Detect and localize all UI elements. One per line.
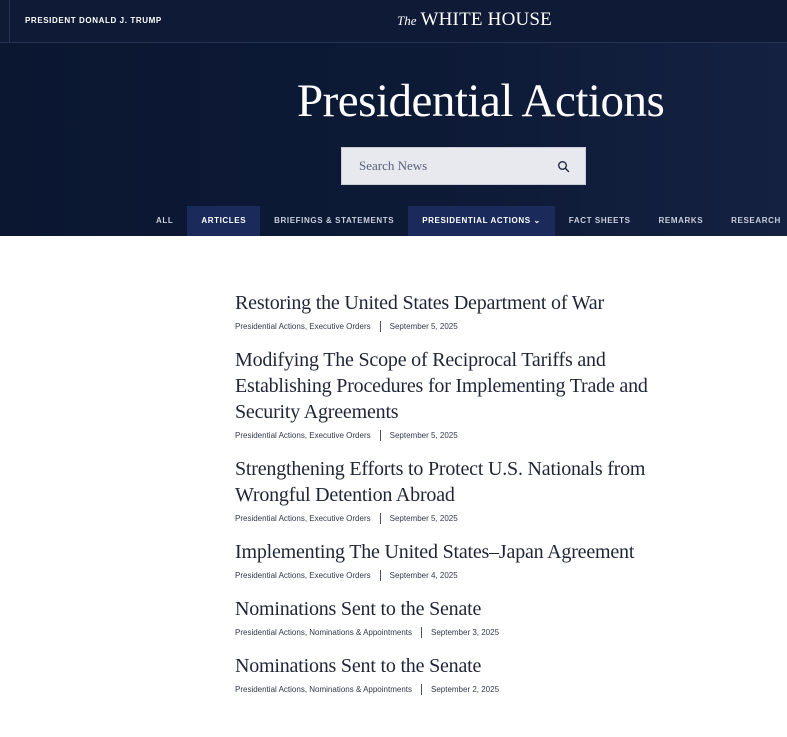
tab-all[interactable]: ALL — [142, 206, 187, 236]
top-bar: PRESIDENT DONALD J. TRUMP The WHITE HOUS… — [0, 0, 787, 43]
list-item: Nominations Sent to the Senate President… — [235, 653, 665, 695]
article-title-link[interactable]: Nominations Sent to the Senate — [235, 653, 665, 679]
article-title-link[interactable]: Nominations Sent to the Senate — [235, 596, 665, 622]
meta-divider — [379, 513, 381, 524]
tab-presidential-actions[interactable]: PRESIDENTIAL ACTIONS ⌄ — [408, 206, 555, 236]
search-input[interactable] — [342, 148, 547, 184]
meta-divider — [420, 627, 422, 638]
article-date: September 3, 2025 — [430, 628, 500, 637]
article-date: September 5, 2025 — [389, 431, 458, 440]
article-categories[interactable]: Presidential Actions, Nominations & Appo… — [235, 685, 412, 694]
logo-the: The — [397, 13, 417, 28]
list-item: Restoring the United States Department o… — [235, 290, 665, 332]
article-title-link[interactable]: Restoring the United States Department o… — [235, 290, 665, 316]
tab-briefings-statements[interactable]: BRIEFINGS & STATEMENTS — [260, 206, 408, 236]
logo-name: WHITE HOUSE — [420, 9, 552, 30]
search-box — [341, 147, 586, 185]
article-categories[interactable]: Presidential Actions, Executive Orders — [235, 322, 371, 331]
president-link[interactable]: PRESIDENT DONALD J. TRUMP — [25, 16, 162, 25]
article-date: September 5, 2025 — [389, 322, 458, 331]
article-meta: Presidential Actions, Executive Orders S… — [235, 513, 665, 524]
tab-fact-sheets[interactable]: FACT SHEETS — [555, 206, 645, 236]
topbar-divider — [9, 0, 10, 43]
news-tabs: ALL ARTICLES BRIEFINGS & STATEMENTS PRES… — [142, 206, 787, 236]
article-categories[interactable]: Presidential Actions, Executive Orders — [235, 571, 371, 580]
article-date: September 4, 2025 — [389, 571, 458, 580]
article-meta: Presidential Actions, Executive Orders S… — [235, 321, 665, 332]
article-meta: Presidential Actions, Executive Orders S… — [235, 430, 665, 441]
meta-divider — [379, 430, 381, 441]
article-meta: Presidential Actions, Nominations & Appo… — [235, 627, 665, 638]
meta-divider — [420, 684, 422, 695]
article-date: September 5, 2025 — [389, 514, 458, 523]
list-item: Nominations Sent to the Senate President… — [235, 596, 665, 638]
article-title-link[interactable]: Strengthening Efforts to Protect U.S. Na… — [235, 456, 665, 508]
page-title: Presidential Actions — [297, 75, 665, 127]
list-item: Strengthening Efforts to Protect U.S. Na… — [235, 456, 665, 524]
search-icon[interactable] — [557, 160, 570, 173]
article-title-link[interactable]: Implementing The United States–Japan Agr… — [235, 539, 665, 565]
article-date: September 2, 2025 — [430, 685, 500, 694]
article-categories[interactable]: Presidential Actions, Executive Orders — [235, 514, 371, 523]
hero-banner: Presidential Actions ALL ARTICLES BRIEFI… — [0, 43, 787, 236]
article-categories[interactable]: Presidential Actions, Executive Orders — [235, 431, 371, 440]
meta-divider — [379, 321, 381, 332]
meta-divider — [379, 570, 381, 581]
list-item: Implementing The United States–Japan Agr… — [235, 539, 665, 581]
article-list: Restoring the United States Department o… — [235, 290, 665, 710]
article-categories[interactable]: Presidential Actions, Nominations & Appo… — [235, 628, 412, 637]
tab-articles[interactable]: ARTICLES — [187, 206, 261, 236]
article-meta: Presidential Actions, Nominations & Appo… — [235, 684, 665, 695]
tab-research[interactable]: RESEARCH — [717, 206, 787, 236]
white-house-logo[interactable]: The WHITE HOUSE — [397, 9, 552, 31]
article-meta: Presidential Actions, Executive Orders S… — [235, 570, 665, 581]
article-title-link[interactable]: Modifying The Scope of Reciprocal Tariff… — [235, 347, 665, 425]
list-item: Modifying The Scope of Reciprocal Tariff… — [235, 347, 665, 441]
tab-remarks[interactable]: REMARKS — [645, 206, 718, 236]
